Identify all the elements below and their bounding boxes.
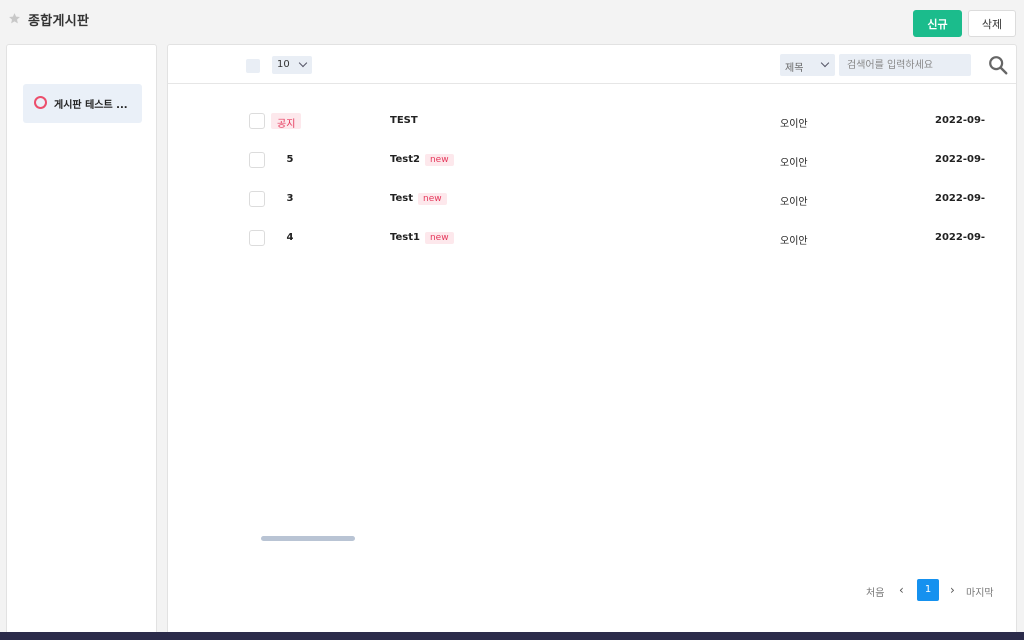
delete-button[interactable]: 삭제 bbox=[968, 10, 1016, 37]
post-title-text: TEST bbox=[390, 115, 418, 126]
table-row[interactable]: 3 Test new 오이안 2022-09- bbox=[168, 183, 1016, 222]
post-date: 2022-09- bbox=[935, 115, 986, 126]
post-author: 오이안 bbox=[780, 197, 808, 208]
sidebar-item-board[interactable]: 게시판 테스트 ... bbox=[23, 84, 142, 123]
page-size-value: 10 bbox=[277, 59, 290, 70]
post-date: 2022-09- bbox=[935, 154, 986, 165]
row-checkbox[interactable] bbox=[249, 152, 265, 168]
post-title[interactable]: Test2 new bbox=[390, 154, 454, 166]
post-title-text: Test2 bbox=[390, 154, 420, 165]
pagination-current-page[interactable]: 1 bbox=[917, 579, 939, 601]
table-row[interactable]: 5 Test2 new 오이안 2022-09- bbox=[168, 144, 1016, 183]
select-all-checkbox[interactable] bbox=[246, 59, 260, 73]
sidebar: 게시판 테스트 ... bbox=[6, 44, 157, 640]
ring-icon bbox=[34, 96, 47, 109]
post-list-panel: 10 제목 공지 TEST 오이안 2022-09- 5 Test2 new 오이… bbox=[167, 44, 1017, 640]
post-title-text: Test bbox=[390, 193, 414, 204]
post-title[interactable]: Test1 new bbox=[390, 232, 454, 244]
chevron-down-icon bbox=[820, 58, 830, 68]
search-icon[interactable] bbox=[987, 54, 1009, 76]
post-author: 오이안 bbox=[780, 236, 808, 247]
new-post-button[interactable]: 신규 bbox=[913, 10, 962, 37]
post-title-text: Test1 bbox=[390, 232, 420, 243]
list-toolbar: 10 제목 bbox=[168, 45, 1016, 84]
page-size-select[interactable]: 10 bbox=[272, 56, 312, 74]
search-field-value: 제목 bbox=[785, 63, 804, 74]
chevron-left-icon[interactable]: ‹ bbox=[899, 583, 904, 605]
post-number: 3 bbox=[286, 193, 294, 204]
search-field-select[interactable]: 제목 bbox=[780, 54, 835, 76]
post-number: 4 bbox=[286, 232, 294, 243]
post-title[interactable]: TEST bbox=[390, 115, 418, 126]
horizontal-scrollbar[interactable] bbox=[261, 536, 355, 541]
search-input[interactable] bbox=[839, 54, 971, 76]
row-checkbox[interactable] bbox=[249, 230, 265, 246]
pagination-last[interactable]: 마지막 bbox=[966, 584, 994, 606]
post-date: 2022-09- bbox=[935, 232, 986, 243]
top-bar: 종합게시판 신규 삭제 bbox=[0, 0, 1024, 44]
table-row[interactable]: 4 Test1 new 오이안 2022-09- bbox=[168, 222, 1016, 261]
row-checkbox[interactable] bbox=[249, 191, 265, 207]
post-date: 2022-09- bbox=[935, 193, 986, 204]
chevron-right-icon[interactable]: › bbox=[950, 583, 955, 605]
post-number: 5 bbox=[286, 154, 294, 165]
star-icon[interactable] bbox=[8, 12, 21, 25]
bottom-bar bbox=[0, 632, 1024, 640]
new-badge: new bbox=[418, 193, 447, 205]
new-badge: new bbox=[424, 232, 454, 244]
chevron-down-icon bbox=[298, 58, 308, 68]
new-badge: new bbox=[424, 154, 454, 166]
page-title: 종합게시판 bbox=[28, 14, 90, 29]
post-author: 오이안 bbox=[780, 158, 808, 169]
post-title[interactable]: Test new bbox=[390, 193, 447, 205]
notice-badge: 공지 bbox=[271, 113, 302, 130]
table-row[interactable]: 공지 TEST 오이안 2022-09- bbox=[168, 105, 1016, 144]
pagination-first[interactable]: 처음 bbox=[866, 584, 884, 606]
sidebar-item-label: 게시판 테스트 ... bbox=[54, 100, 128, 111]
post-author: 오이안 bbox=[780, 119, 808, 130]
row-checkbox[interactable] bbox=[249, 113, 265, 129]
